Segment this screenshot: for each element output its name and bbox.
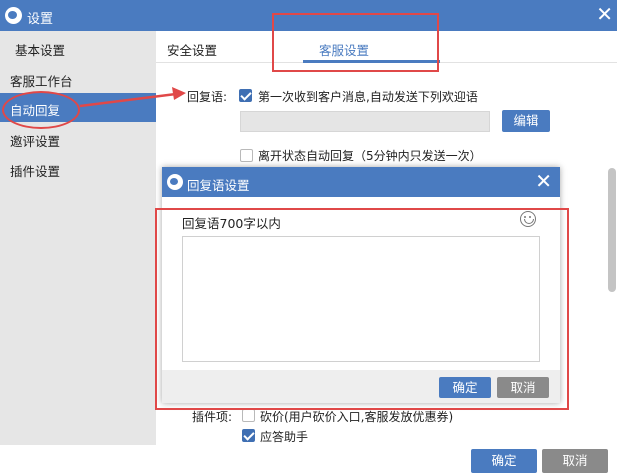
- modal-titlebar: 回复语设置 ✕: [162, 167, 560, 197]
- tab-security-settings[interactable]: 安全设置: [167, 40, 217, 59]
- annotation-ellipse-auto-reply: [2, 91, 80, 129]
- annotation-box-service-tab: [272, 13, 439, 72]
- sidebar-item-review-invite[interactable]: 邀评设置: [0, 124, 156, 153]
- plugin-label: 插件项:: [192, 410, 233, 424]
- cancel-button[interactable]: 取消: [542, 449, 608, 473]
- sidebar-item-service-workbench[interactable]: 客服工作台: [0, 64, 156, 93]
- modal-close-button[interactable]: ✕: [535, 169, 552, 193]
- first-message-checkbox[interactable]: [239, 89, 252, 102]
- dialog-footer: 确定 取消: [0, 445, 617, 473]
- welcome-message-preview: [240, 111, 490, 132]
- reply-label: 回复语:: [187, 90, 228, 104]
- answer-assistant-label: 应答助手: [260, 430, 309, 444]
- sidebar-item-plugin-settings[interactable]: 插件设置: [0, 154, 156, 183]
- tab-basic-settings[interactable]: 基本设置: [0, 31, 156, 63]
- bargain-checkbox-label: 砍价(用户砍价入口,客服发放优惠券): [260, 410, 454, 424]
- answer-assistant-checkbox[interactable]: [242, 429, 255, 442]
- window-close-button[interactable]: ✕: [596, 2, 613, 26]
- modal-logo-icon: [167, 174, 183, 190]
- first-message-checkbox-label: 第一次收到客户消息,自动发送下列欢迎语: [258, 90, 478, 104]
- window-title: 设置: [27, 12, 54, 27]
- vertical-scrollbar[interactable]: [608, 168, 616, 292]
- away-auto-reply-checkbox[interactable]: [240, 149, 253, 162]
- ok-button[interactable]: 确定: [471, 449, 537, 473]
- away-auto-reply-label: 离开状态自动回复（5分钟内只发送一次）: [258, 149, 482, 163]
- app-logo-icon: [5, 7, 22, 24]
- edit-button[interactable]: 编辑: [502, 110, 550, 132]
- bargain-checkbox[interactable]: [242, 409, 255, 422]
- annotation-box-modal: [155, 208, 569, 410]
- modal-title: 回复语设置: [187, 178, 250, 193]
